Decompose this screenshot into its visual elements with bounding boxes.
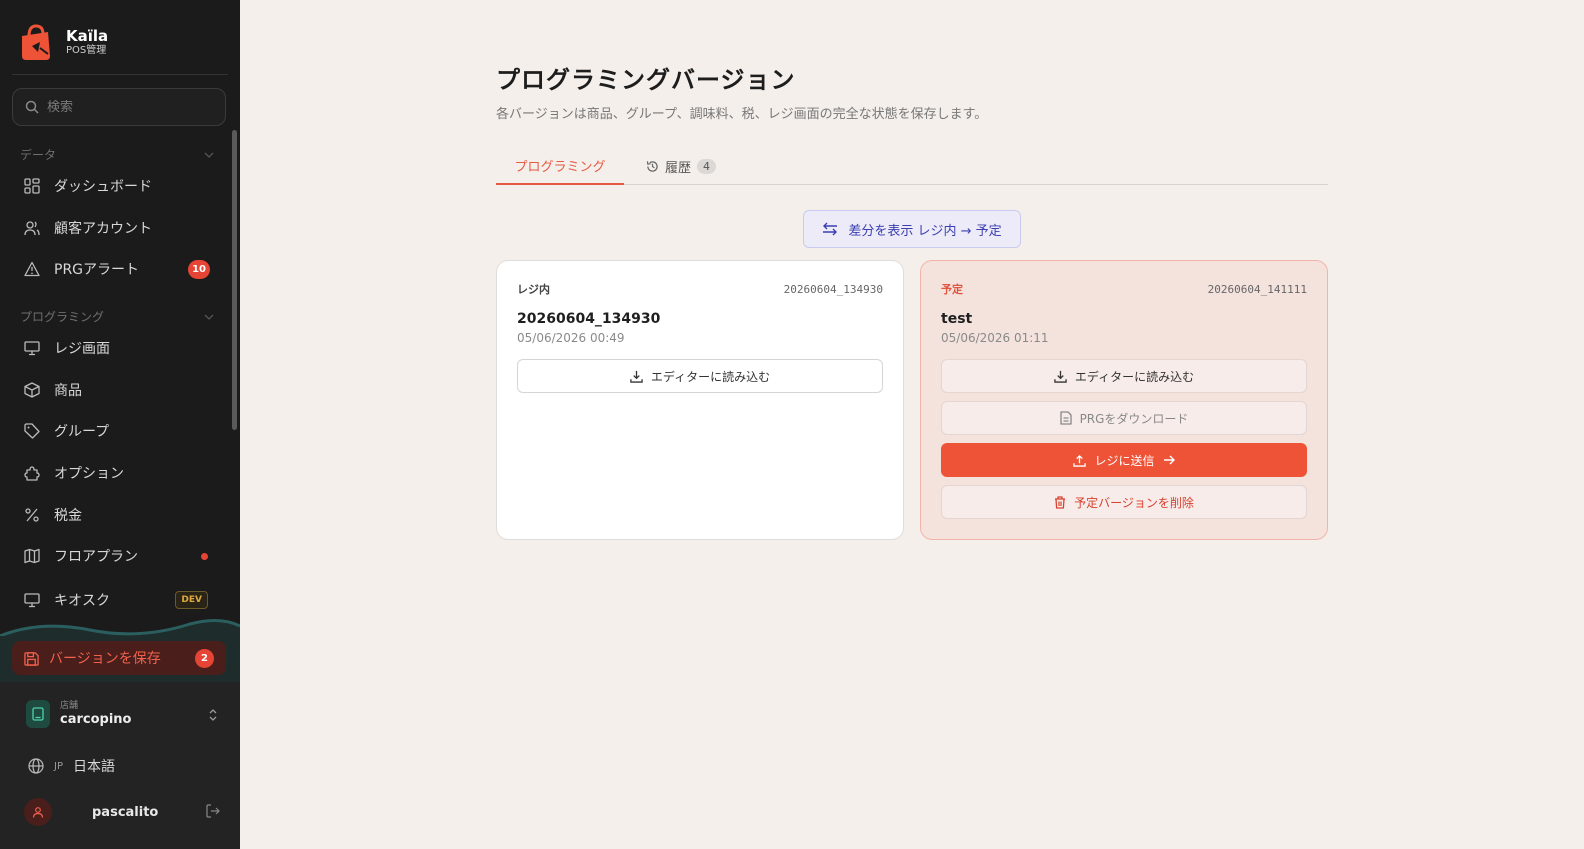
swap-arrows-icon (823, 222, 838, 236)
version-id: 20260604_141111 (1207, 282, 1307, 296)
chevron-down-icon (204, 152, 214, 158)
alert-icon (24, 261, 40, 277)
sidebar-item-kiosk[interactable]: キオスク DEV (12, 582, 226, 618)
card-label: レジ内 (517, 283, 550, 296)
download-icon (1054, 370, 1067, 383)
monitor-icon (24, 341, 40, 356)
sidebar-item-groups[interactable]: グループ (12, 413, 226, 449)
globe-icon (28, 758, 44, 774)
notification-dot (201, 552, 208, 560)
sidebar-item-label: 顧客アカウント (54, 221, 152, 237)
store-name: carcopino (60, 711, 132, 727)
shopping-bag-logo-icon (22, 24, 50, 60)
sidebar-item-taxes[interactable]: 税金 (12, 497, 226, 533)
brand-name: Kaïla (66, 26, 109, 45)
sidebar-item-register-screen[interactable]: レジ画面 (12, 330, 226, 366)
sidebar-item-label: PRGアラート (54, 262, 140, 278)
sidebar-item-label: 商品 (54, 383, 82, 399)
save-icon (24, 651, 39, 666)
monitor-icon (24, 593, 40, 608)
file-icon (1059, 411, 1072, 425)
dashboard-icon (24, 178, 40, 194)
version-id: 20260604_134930 (783, 282, 883, 296)
brand[interactable]: Kaïla POS管理 (18, 22, 108, 62)
map-icon (24, 548, 40, 564)
search-box[interactable] (12, 88, 226, 126)
sidebar-item-floor-plan[interactable]: フロアプラン (12, 538, 226, 574)
delete-planned-version-button[interactable]: 予定バージョンを削除 (941, 485, 1307, 519)
language-label: 日本語 (72, 759, 115, 775)
dev-badge: DEV (175, 591, 208, 609)
tab-programming[interactable]: プログラミング (496, 147, 624, 185)
user-row: pascalito (24, 798, 220, 826)
divider (12, 74, 228, 75)
tab-bar: プログラミング 履歴 4 (496, 147, 1328, 185)
sidebar-item-label: フロアプラン (54, 549, 138, 565)
box-icon (24, 382, 40, 398)
sidebar-item-dashboard[interactable]: ダッシュボード (12, 168, 226, 204)
puzzle-icon (24, 466, 40, 481)
alert-count-badge: 10 (188, 259, 210, 279)
sidebar-item-customer-accounts[interactable]: 顧客アカウント (12, 210, 226, 246)
arrow-right-icon (1163, 455, 1175, 465)
sidebar-item-label: キオスク (54, 593, 110, 609)
store-label: 店舗 (60, 700, 79, 711)
language-selector[interactable]: JP 日本語 (28, 756, 115, 776)
download-prg-button[interactable]: PRGをダウンロード (941, 401, 1307, 435)
brand-subtitle: POS管理 (66, 44, 107, 56)
planned-version-card: 予定 20260604_141111 test 05/06/2026 01:11… (920, 260, 1328, 540)
chevron-down-icon (204, 314, 214, 320)
store-selector[interactable]: 店舗 carcopino (26, 700, 218, 728)
current-version-card: レジ内 20260604_134930 20260604_134930 05/0… (496, 260, 904, 540)
avatar[interactable] (24, 798, 52, 826)
search-icon (25, 100, 39, 114)
language-code: JP (54, 760, 63, 772)
sidebar-item-options[interactable]: オプション (12, 455, 226, 491)
send-to-register-button[interactable]: レジに送信 (941, 443, 1307, 477)
tag-icon (24, 423, 40, 439)
version-date: 05/06/2026 01:11 (941, 331, 1049, 345)
load-editor-button[interactable]: エディターに読み込む (941, 359, 1307, 393)
search-input[interactable] (47, 99, 207, 115)
users-icon (24, 221, 40, 236)
percent-icon (25, 508, 39, 522)
card-label: 予定 (941, 283, 963, 296)
section-programming-header[interactable]: プログラミング (20, 308, 214, 325)
history-icon (646, 160, 658, 172)
tab-history[interactable]: 履歴 4 (646, 147, 717, 185)
sidebar-item-label: グループ (54, 424, 110, 440)
download-icon (630, 370, 643, 383)
user-icon (32, 807, 44, 818)
version-date: 05/06/2026 00:49 (517, 331, 625, 345)
sidebar: Kaïla POS管理 データ ダッシュボード 顧客アカウント PRGアラート … (0, 0, 240, 849)
sidebar-scrollbar[interactable] (232, 130, 237, 430)
chevron-up-down-icon (209, 709, 217, 721)
main-content: プログラミングバージョン 各バージョンは商品、グループ、調味料、税、レジ画面の完… (496, 60, 1328, 540)
user-name: pascalito (92, 804, 159, 820)
page-title: プログラミングバージョン (496, 66, 796, 94)
save-version-button[interactable]: バージョンを保存 2 (12, 641, 226, 675)
section-data-header[interactable]: データ (20, 146, 214, 163)
upload-icon (1073, 454, 1087, 467)
sidebar-item-label: オプション (54, 466, 124, 482)
store-icon (26, 700, 50, 728)
history-count-badge: 4 (697, 158, 717, 174)
version-name: test (941, 311, 973, 327)
load-editor-button[interactable]: エディターに読み込む (517, 359, 883, 393)
page-subtitle: 各バージョンは商品、グループ、調味料、税、レジ画面の完全な状態を保存します。 (496, 107, 988, 122)
sidebar-item-label: ダッシュボード (54, 179, 152, 195)
version-name: 20260604_134930 (517, 311, 661, 327)
unsaved-count-badge: 2 (195, 648, 214, 668)
save-version-label: バージョンを保存 (49, 651, 161, 667)
sidebar-item-label: 税金 (54, 508, 82, 524)
show-diff-button[interactable]: 差分を表示 レジ内 → 予定 (803, 210, 1021, 248)
sidebar-item-products[interactable]: 商品 (12, 372, 226, 408)
sidebar-item-prg-alerts[interactable]: PRGアラート 10 (12, 251, 226, 287)
sidebar-item-label: レジ画面 (54, 341, 110, 357)
logout-icon[interactable] (206, 804, 220, 818)
trash-icon (1055, 495, 1066, 509)
